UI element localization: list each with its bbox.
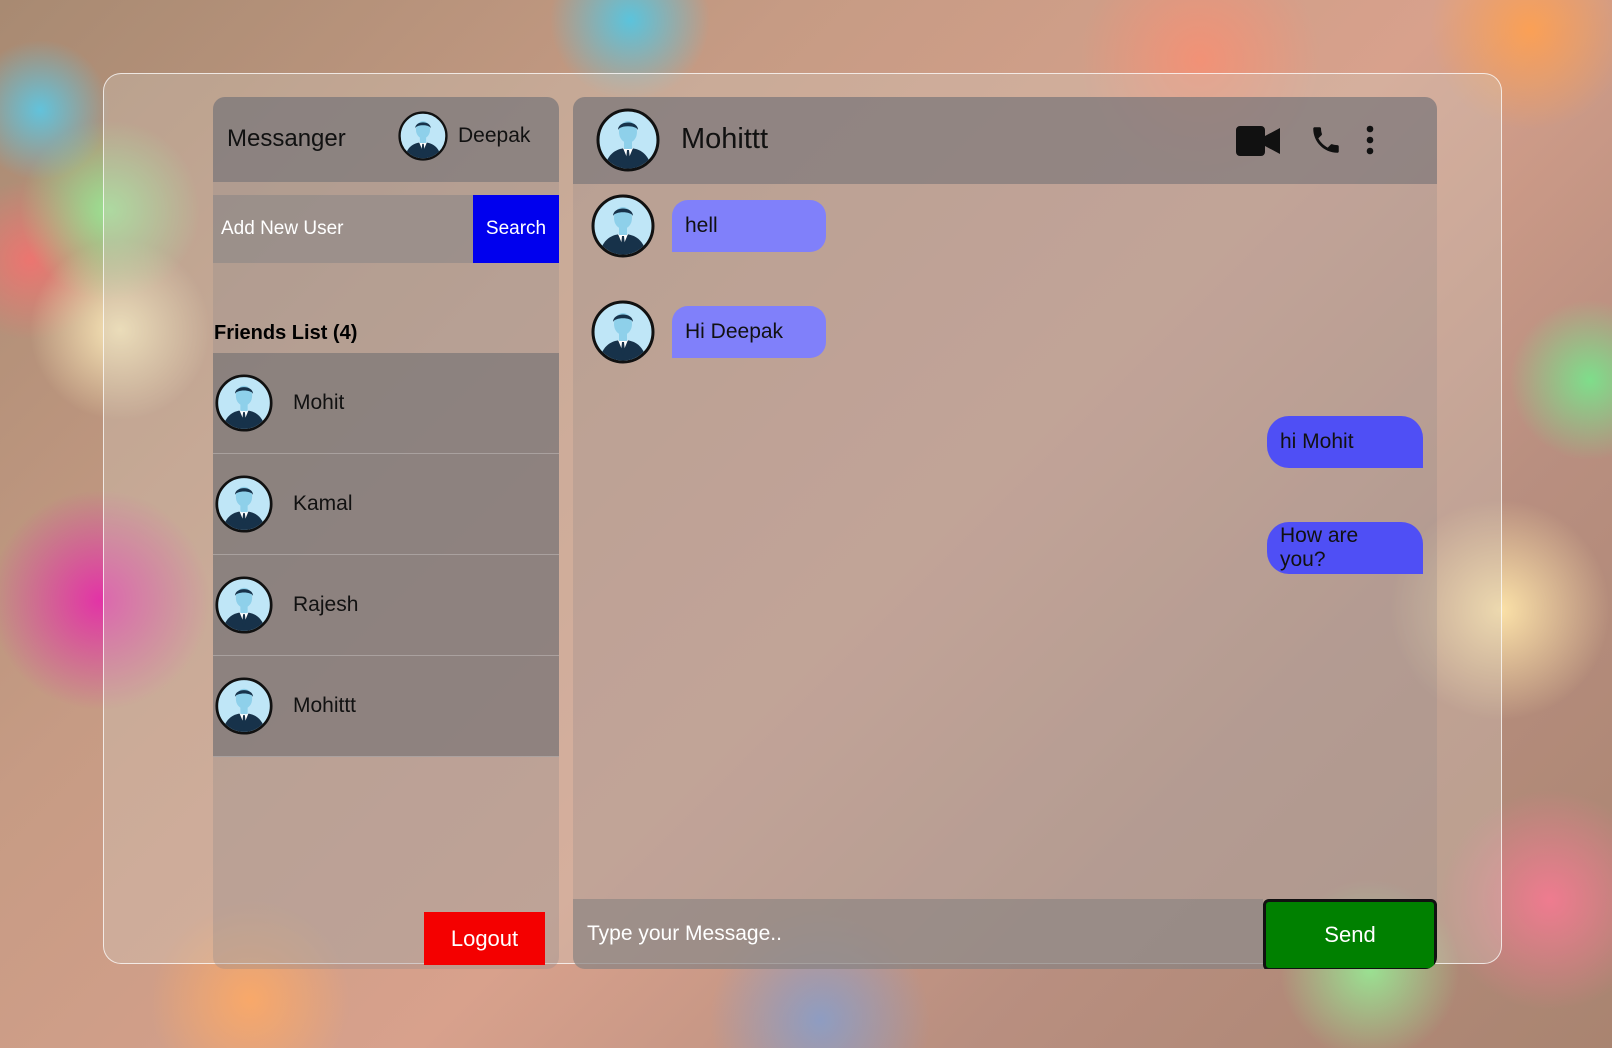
send-button[interactable]: Send <box>1263 899 1437 969</box>
message-bubble: hell <box>672 200 826 252</box>
message-input[interactable] <box>573 899 1263 969</box>
friend-item-rajesh[interactable]: Rajesh <box>213 555 559 656</box>
friend-item-mohit[interactable]: Mohit <box>213 353 559 454</box>
contact-avatar <box>596 108 660 172</box>
current-user-name: Deepak <box>458 124 531 147</box>
friend-name: Kamal <box>293 492 353 515</box>
chat-header: Mohittt <box>573 97 1437 184</box>
app-title: Messanger <box>227 125 346 152</box>
friend-item-kamal[interactable]: Kamal <box>213 454 559 555</box>
friends-list: Mohit Kamal Rajesh Mohittt <box>213 353 559 757</box>
search-button[interactable]: Search <box>473 195 559 263</box>
outgoing-message: hi Mohit <box>1267 416 1423 468</box>
friend-name: Mohittt <box>293 694 357 717</box>
message-composer: Send <box>573 899 1437 969</box>
chat-contact-name: Mohittt <box>681 123 769 155</box>
avatar <box>215 374 273 432</box>
friend-item-mohittt[interactable]: Mohittt <box>213 656 559 757</box>
video-camera-icon[interactable] <box>1236 126 1280 156</box>
logout-button[interactable]: Logout <box>424 912 545 965</box>
friend-name: Rajesh <box>293 593 359 616</box>
chat-panel: Mohittt hell Hi Deepak hi Mohit How are … <box>573 97 1437 969</box>
avatar <box>591 194 655 258</box>
friends-list-title: Friends List (4) <box>214 322 358 344</box>
message-list: hell Hi Deepak hi Mohit How are you? <box>573 184 1437 894</box>
avatar <box>215 677 273 735</box>
phone-icon[interactable] <box>1309 123 1343 157</box>
outgoing-message: How are you? <box>1267 522 1423 574</box>
sidebar-header: Messanger Deepak <box>213 97 559 182</box>
avatar <box>215 576 273 634</box>
add-user-input[interactable] <box>213 195 473 263</box>
avatar <box>215 475 273 533</box>
current-user[interactable]: Deepak <box>398 111 530 161</box>
sidebar: Messanger Deepak Search Friends List (4)… <box>213 97 559 969</box>
avatar <box>398 111 448 161</box>
add-user-row: Search <box>213 195 559 263</box>
avatar <box>591 300 655 364</box>
friend-name: Mohit <box>293 391 345 414</box>
incoming-message: hell <box>591 194 826 258</box>
incoming-message: Hi Deepak <box>591 300 826 364</box>
more-vertical-icon[interactable] <box>1364 125 1376 155</box>
message-bubble: Hi Deepak <box>672 306 826 358</box>
